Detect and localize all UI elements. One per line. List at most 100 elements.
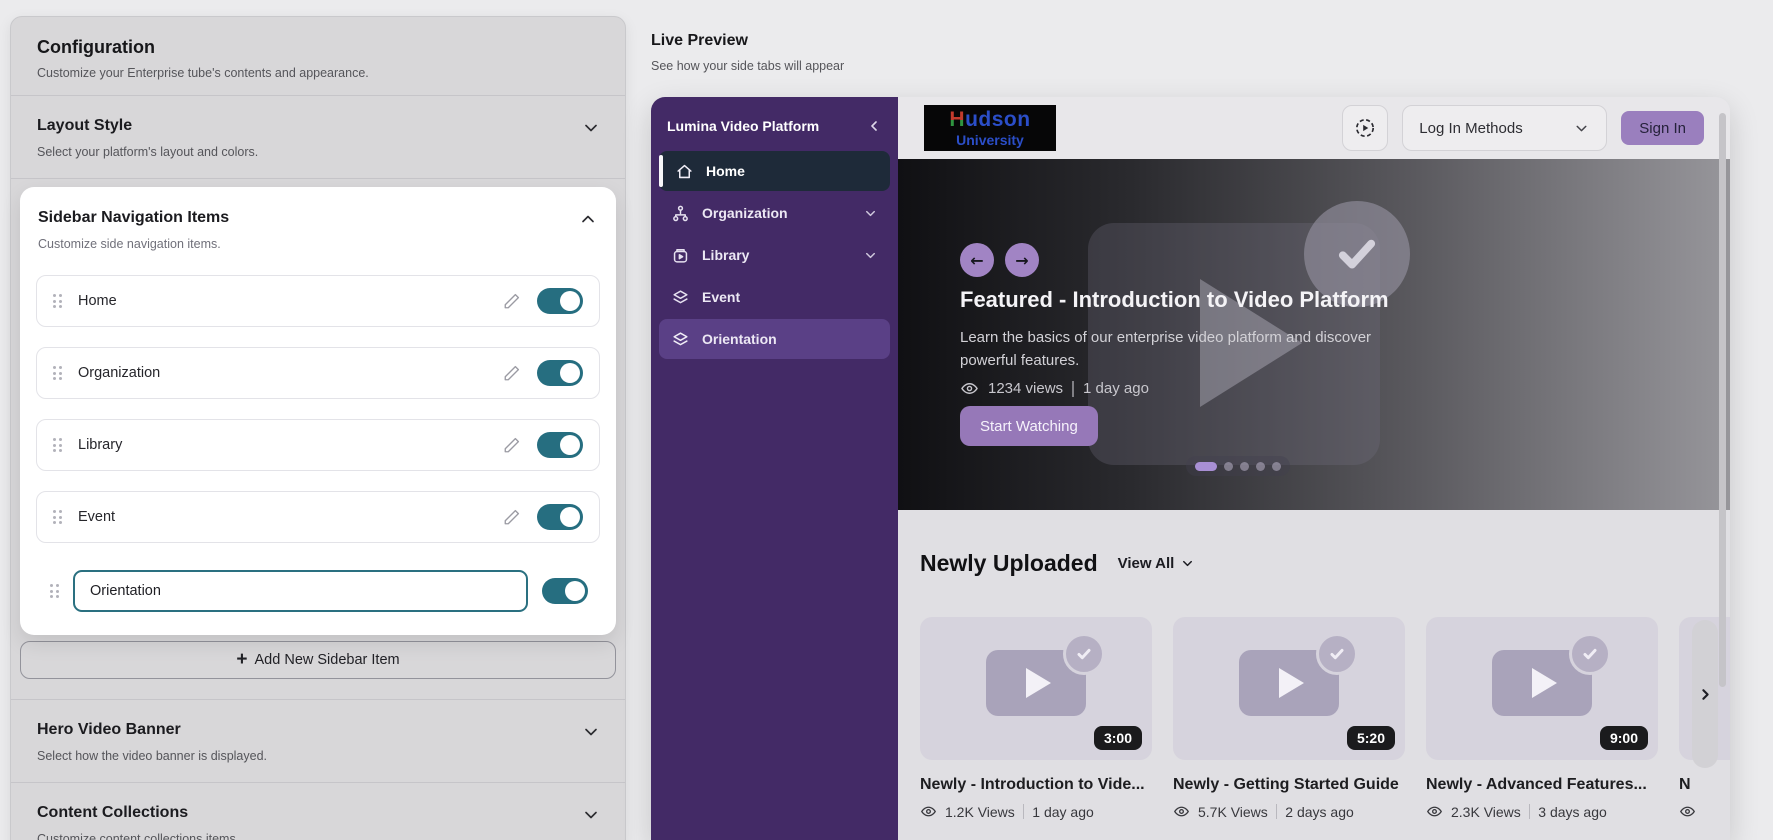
- check-circle-icon: [1063, 633, 1105, 675]
- chevron-down-icon[interactable]: [863, 206, 878, 221]
- logo-line2: University: [956, 132, 1024, 148]
- meta-divider: [1528, 804, 1531, 819]
- featured-video-meta: 1234 views 1 day ago: [960, 379, 1149, 398]
- drag-handle-icon[interactable]: [53, 438, 62, 452]
- layers-icon: [671, 330, 690, 349]
- preview-nav-library[interactable]: Library: [659, 235, 890, 275]
- preview-nav-home[interactable]: Home: [659, 151, 890, 191]
- edit-pencil-icon[interactable]: [503, 364, 521, 382]
- nav-item-edit-input[interactable]: [73, 570, 528, 612]
- nav-item-label: Event: [78, 509, 116, 525]
- chevron-right-icon: [1701, 688, 1709, 700]
- watch-history-button[interactable]: [1342, 105, 1389, 151]
- visibility-toggle[interactable]: [542, 578, 588, 604]
- nav-item-row-event: Event: [36, 491, 600, 543]
- newly-uploaded-section: Newly Uploaded View All 3:00 Newly - Int…: [898, 510, 1730, 840]
- check-circle-icon: [1316, 633, 1358, 675]
- nav-item-row-home: Home: [36, 275, 600, 327]
- visibility-toggle[interactable]: [537, 360, 583, 386]
- start-watching-button[interactable]: Start Watching: [960, 406, 1098, 446]
- nav-item-label: Organization: [78, 365, 161, 381]
- carousel-dot[interactable]: [1272, 461, 1281, 471]
- chevron-down-icon[interactable]: [581, 722, 601, 742]
- preview-main: Hudson University Log In Methods Sign In: [898, 97, 1730, 840]
- featured-hero-banner: ← → Featured - Introduction to Video Pla…: [898, 159, 1730, 510]
- section-hero-video-banner[interactable]: Hero Video Banner Select how the video b…: [11, 699, 625, 783]
- section-content-collections[interactable]: Content Collections Customize content co…: [11, 783, 625, 840]
- cards-scroll-next-button[interactable]: [1692, 620, 1718, 768]
- section-layout-style[interactable]: Layout Style Select your platform's layo…: [11, 96, 625, 179]
- drag-handle-icon[interactable]: [53, 366, 62, 380]
- page-title: Configuration: [37, 37, 155, 57]
- edit-pencil-icon[interactable]: [503, 508, 521, 526]
- video-card[interactable]: 5:20 Newly - Getting Started Guide 5.7K …: [1173, 617, 1405, 820]
- content-collections-subtitle: Customize content collections items.: [37, 832, 240, 840]
- duration-badge: 5:20: [1346, 726, 1395, 750]
- chevron-down-icon[interactable]: [581, 805, 601, 825]
- carousel-dot[interactable]: [1240, 461, 1249, 471]
- layout-style-subtitle: Select your platform's layout and colors…: [37, 145, 259, 159]
- nav-item-row-library: Library: [36, 419, 600, 471]
- video-meta: [1679, 803, 1730, 820]
- preview-nav-label: Orientation: [702, 331, 777, 347]
- preview-nav-event[interactable]: Event: [659, 277, 890, 317]
- video-title: Newly - Advanced Features...: [1426, 776, 1647, 793]
- drag-handle-icon[interactable]: [53, 510, 62, 524]
- edit-pencil-icon[interactable]: [503, 292, 521, 310]
- hudson-university-logo: Hudson University: [924, 105, 1056, 151]
- eye-icon: [921, 806, 936, 817]
- nav-item-row-organization: Organization: [36, 347, 600, 399]
- carousel-prev-button[interactable]: ←: [960, 243, 994, 277]
- add-new-sidebar-item-button[interactable]: + Add New Sidebar Item: [20, 641, 616, 679]
- carousel-dot[interactable]: [1224, 461, 1233, 471]
- play-icon: [1279, 668, 1304, 698]
- play-history-icon: [1353, 116, 1377, 140]
- newly-uploaded-title: Newly Uploaded: [920, 550, 1098, 576]
- sidebar-items-subtitle: Customize side navigation items.: [38, 237, 221, 251]
- preview-scrollbar[interactable]: [1719, 113, 1726, 687]
- visibility-toggle[interactable]: [537, 288, 583, 314]
- nav-item-label: Home: [78, 293, 117, 309]
- hero-banner-title: Hero Video Banner: [37, 721, 181, 738]
- chevron-up-icon[interactable]: [578, 209, 598, 229]
- view-all-dropdown[interactable]: View All: [1118, 555, 1196, 572]
- video-card[interactable]: 9:00 Newly - Advanced Features... 2.3K V…: [1426, 617, 1658, 820]
- login-methods-label: Log In Methods: [1419, 119, 1523, 137]
- page-subtitle: Customize your Enterprise tube's content…: [37, 66, 369, 80]
- carousel-next-button[interactable]: →: [1005, 243, 1039, 277]
- drag-handle-icon[interactable]: [53, 294, 62, 308]
- login-methods-dropdown[interactable]: Log In Methods: [1402, 105, 1608, 151]
- visibility-toggle[interactable]: [537, 432, 583, 458]
- sidebar-items-title: Sidebar Navigation Items: [38, 209, 230, 226]
- video-card[interactable]: 3:00 Newly - Introduction to Vide... 1.2…: [920, 617, 1152, 820]
- meta-divider: [1022, 804, 1025, 819]
- sidebar-collapse-icon[interactable]: [866, 118, 882, 134]
- eye-icon: [1174, 806, 1189, 817]
- video-meta: 2.3K Views 3 days ago: [1426, 803, 1658, 820]
- meta-divider: [1275, 804, 1278, 819]
- visibility-toggle[interactable]: [537, 504, 583, 530]
- preview-nav-organization[interactable]: Organization: [659, 193, 890, 233]
- add-button-label: Add New Sidebar Item: [254, 652, 400, 668]
- configuration-panel: Configuration Customize your Enterprise …: [10, 16, 626, 840]
- video-views: 2.3K Views: [1451, 803, 1521, 820]
- carousel-dot-active[interactable]: [1195, 461, 1217, 471]
- screen: Configuration Customize your Enterprise …: [0, 0, 1773, 840]
- live-preview-title: Live Preview: [651, 32, 748, 49]
- home-icon: [675, 162, 694, 181]
- preview-nav-label: Event: [702, 289, 741, 305]
- sidebar-navigation-items-card: Sidebar Navigation Items Customize side …: [20, 187, 616, 635]
- play-icon: [1026, 668, 1051, 698]
- edit-pencil-icon[interactable]: [503, 436, 521, 454]
- drag-handle-icon[interactable]: [50, 584, 59, 598]
- sign-in-button[interactable]: Sign In: [1621, 111, 1704, 145]
- preview-nav-orientation[interactable]: Orientation: [659, 319, 890, 359]
- chevron-down-icon[interactable]: [863, 248, 878, 263]
- chevron-down-icon[interactable]: [581, 118, 601, 138]
- carousel-dot[interactable]: [1256, 461, 1265, 471]
- video-views: 1.2K Views: [945, 803, 1015, 820]
- video-thumbnail: 3:00: [920, 617, 1152, 760]
- chevron-down-icon: [1183, 560, 1193, 567]
- video-posted: 3 days ago: [1538, 803, 1607, 820]
- video-card-list: 3:00 Newly - Introduction to Vide... 1.2…: [920, 617, 1730, 820]
